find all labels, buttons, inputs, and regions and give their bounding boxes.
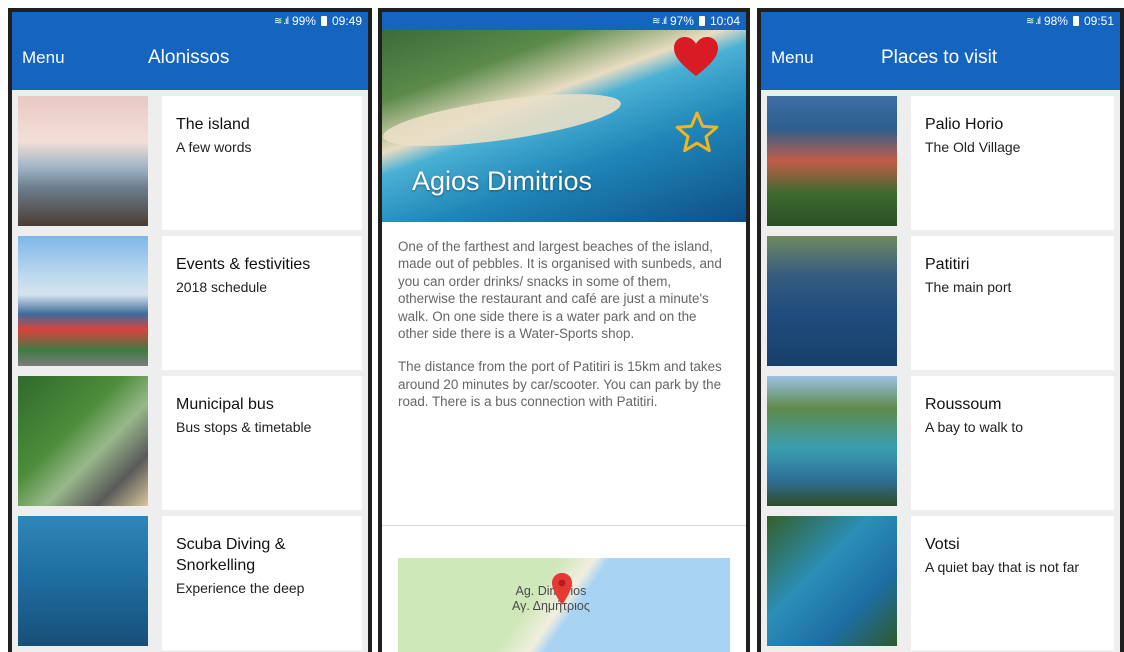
clock: 09:49	[331, 14, 362, 28]
item-subtitle: A quiet bay that is not far	[925, 559, 1080, 575]
item-title: Votsi	[925, 536, 960, 553]
description-paragraph: One of the farthest and largest beaches …	[398, 239, 722, 342]
signal-icon: ≋ .ıl	[274, 15, 289, 27]
status-bar: ≋ .ıl 97% 10:04	[382, 12, 746, 30]
list-item-patitiri[interactable]: Patitiri The main port	[767, 236, 1114, 370]
map-pin-icon[interactable]	[551, 572, 573, 606]
item-title: Scuba Diving & Snorkelling	[176, 536, 286, 574]
battery-icon	[698, 16, 705, 26]
battery-icon	[1072, 16, 1079, 26]
item-subtitle: Experience the deep	[176, 580, 305, 596]
list-item-events[interactable]: Events & festivities 2018 schedule	[18, 236, 362, 370]
places-list: Palio Horio The Old Village Patitiri The…	[761, 90, 1120, 650]
beach-shape	[382, 83, 624, 157]
list-item-scuba-diving[interactable]: Scuba Diving & Snorkelling Experience th…	[18, 516, 362, 650]
clock: 10:04	[709, 14, 740, 28]
votsi-thumbnail	[767, 516, 897, 646]
events-thumbnail	[18, 236, 148, 366]
battery-level: 97%	[669, 14, 694, 28]
battery-level: 98%	[1043, 14, 1068, 28]
menu-button[interactable]: Menu	[771, 48, 814, 68]
description-paragraph: The distance from the port of Patitiri i…	[398, 359, 722, 410]
hero-image: Agios Dimitrios	[382, 30, 746, 222]
item-title: The island	[176, 116, 250, 133]
place-title: Agios Dimitrios	[412, 166, 593, 196]
clock: 09:51	[1083, 14, 1114, 28]
list-item-votsi[interactable]: Votsi A quiet bay that is not far	[767, 516, 1114, 650]
scuba-thumbnail	[18, 516, 148, 646]
phone-screen-places: ≋ .ıl 98% 09:51 Menu Places to visit Pal…	[757, 8, 1124, 652]
list-item-the-island[interactable]: The island A few words	[18, 96, 362, 230]
item-subtitle: The main port	[925, 279, 1012, 295]
item-title: Municipal bus	[176, 396, 274, 413]
item-title: Palio Horio	[925, 116, 1004, 133]
phone-screen-detail: ≋ .ıl 97% 10:04 Agios Dimitrios One of t…	[378, 8, 750, 652]
item-title: Events & festivities	[176, 256, 311, 273]
phone-screen-home: ≋ .ıl 99% 09:49 Menu Alonissos The islan…	[8, 8, 372, 652]
signal-icon: ≋ .ıl	[1026, 15, 1041, 27]
location-map[interactable]: Ag. Dimitrios Αγ. Δημήτριος	[398, 558, 730, 652]
page-title: Alonissos	[148, 47, 230, 68]
signal-icon: ≋ .ıl	[652, 15, 667, 27]
item-subtitle: Bus stops & timetable	[176, 419, 312, 435]
status-bar: ≋ .ıl 98% 09:51	[761, 12, 1120, 30]
place-description: One of the farthest and largest beaches …	[382, 222, 746, 526]
item-subtitle: 2018 schedule	[176, 279, 268, 295]
island-thumbnail	[18, 96, 148, 226]
battery-level: 99%	[291, 14, 316, 28]
menu-list: The island A few words Events & festivit…	[12, 90, 368, 650]
battery-icon	[320, 16, 327, 26]
app-bar: Menu Places to visit	[761, 30, 1120, 90]
item-subtitle: A few words	[176, 139, 252, 155]
page-title: Places to visit	[881, 47, 998, 68]
menu-button[interactable]: Menu	[22, 48, 65, 68]
heart-icon[interactable]	[672, 36, 720, 78]
palio-horio-thumbnail	[767, 96, 897, 226]
item-title: Roussoum	[925, 396, 1002, 413]
item-subtitle: A bay to walk to	[925, 419, 1024, 435]
bus-thumbnail	[18, 376, 148, 506]
app-bar: Menu Alonissos	[12, 30, 368, 90]
star-icon[interactable]	[674, 110, 720, 154]
list-item-municipal-bus[interactable]: Municipal bus Bus stops & timetable	[18, 376, 362, 510]
list-item-roussoum[interactable]: Roussoum A bay to walk to	[767, 376, 1114, 510]
item-title: Patitiri	[925, 256, 970, 273]
status-bar: ≋ .ıl 99% 09:49	[12, 12, 368, 30]
list-item-palio-horio[interactable]: Palio Horio The Old Village	[767, 96, 1114, 230]
patitiri-thumbnail	[767, 236, 897, 366]
item-subtitle: The Old Village	[925, 139, 1021, 155]
roussoum-thumbnail	[767, 376, 897, 506]
